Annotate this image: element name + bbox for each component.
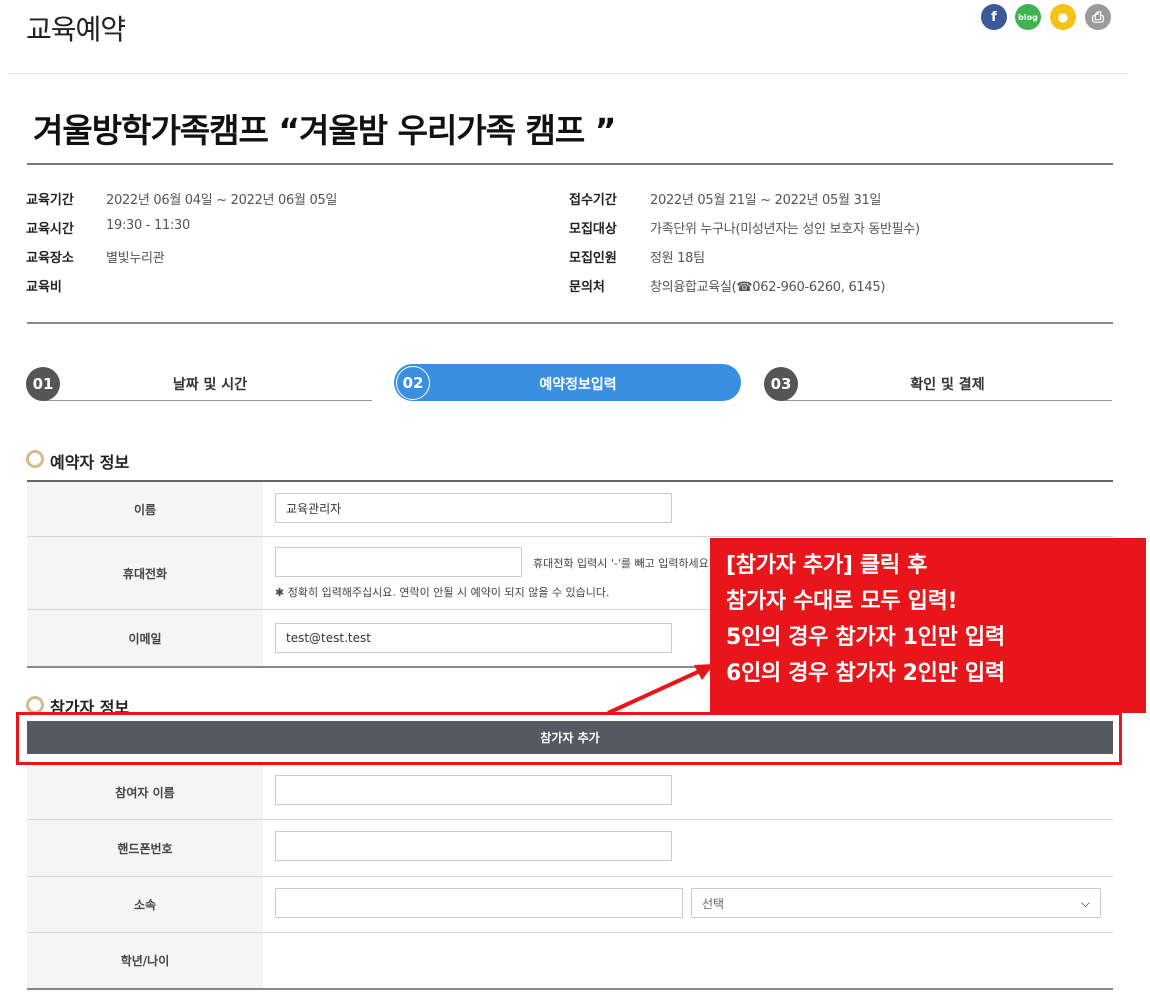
participant-phone-row: 핸드폰번호 [27,820,1113,877]
affiliation-label: 소속 [27,877,263,932]
callout-line-4: 6인의 경우 참가자 2인만 입력 [726,661,1005,686]
print-icon[interactable]: ⎙ [1085,4,1111,30]
participant-affiliation-row: 소속 선택 ⌵ [27,877,1113,933]
info-label-apply-period: 접수기간 [569,193,617,208]
participant-name-row: 참여자 이름 [27,765,1113,820]
step-3-number: 03 [764,367,798,401]
info-label-target: 모집대상 [569,222,617,237]
course-title: 겨울방학가족캠프 “겨울밤 우리가족 캠프 ” [33,111,616,150]
email-input[interactable]: test@test.test [275,623,672,653]
info-label-capacity: 모집인원 [569,251,617,266]
info-label-place: 교육장소 [26,251,74,266]
participant-phone-label: 핸드폰번호 [27,820,263,876]
step-1-label: 날짜 및 시간 [172,377,248,393]
grade-label: 학년/나이 [27,933,263,988]
name-input[interactable]: 교육관리자 [275,493,672,523]
participant-name-label: 참여자 이름 [27,765,263,819]
blog-icon[interactable]: blog [1015,4,1041,30]
info-divider [27,322,1113,324]
reserver-section-title: 예약자 정보 [50,453,130,472]
callout-line-2: 참가자 수대로 모두 입력! [726,589,958,614]
info-value-time: 19:30 - 11:30 [106,218,190,233]
phone-label: 휴대전화 [27,537,263,609]
affiliation-input[interactable] [275,888,683,918]
participant-phone-input[interactable] [275,831,672,861]
step-1-underline [43,400,372,401]
step-1-number: 01 [26,367,60,401]
step-3-underline [780,400,1112,401]
info-label-fee: 교육비 [26,280,62,295]
info-value-capacity: 정원 18팀 [650,251,705,266]
phone-input[interactable] [275,547,522,577]
affiliation-select[interactable]: 선택 ⌵ [691,888,1101,918]
info-value-place: 별빛누리관 [106,251,165,266]
info-label-period: 교육기간 [26,193,74,208]
title-divider [27,163,1113,165]
chevron-down-icon: ⌵ [1080,895,1090,910]
email-label: 이메일 [27,610,263,666]
name-label: 이름 [27,482,263,536]
step-2-number: 02 [396,366,430,400]
callout-line-3: 5인의 경우 참가자 1인만 입력 [726,625,1005,650]
highlight-outline [16,712,1122,765]
callout-arrow [607,664,714,715]
section-bullet-icon [26,450,44,468]
header-divider [8,73,1128,74]
participant-grade-row: 학년/나이 [27,933,1113,990]
step-2-label: 예약정보입력 [539,377,617,393]
page-title: 교육예약 [26,13,126,46]
facebook-icon[interactable]: f [981,4,1007,30]
reserver-name-row: 이름 교육관리자 [27,482,1113,537]
step-3-label: 확인 및 결제 [910,377,985,393]
info-label-time: 교육시간 [26,222,74,237]
info-value-apply-period: 2022년 05월 21일 ~ 2022년 05월 31일 [650,193,882,208]
affiliation-select-value: 선택 [702,896,725,911]
info-value-period: 2022년 06월 04일 ~ 2022년 06월 05일 [106,193,338,208]
participant-name-input[interactable] [275,775,672,805]
phone-hint: 휴대전화 입력시 '-'를 빼고 입력하세요 [533,557,709,570]
info-label-contact: 문의처 [569,280,605,295]
instruction-callout: [참가자 추가] 클릭 후 참가자 수대로 모두 입력! 5인의 경우 참가자 … [710,538,1146,713]
phone-notice: ✱ 정확히 입력해주십시요. 연락이 안될 시 예약이 되지 않을 수 있습니다… [275,586,610,599]
info-value-target: 가족단위 누구나(미성년자는 성인 보호자 동반필수) [650,222,920,237]
kakaostory-icon[interactable]: ● [1050,4,1076,30]
info-value-contact: 창의융합교육실(☎062-960-6260, 6145) [650,280,886,295]
callout-line-1: [참가자 추가] 클릭 후 [726,553,928,578]
